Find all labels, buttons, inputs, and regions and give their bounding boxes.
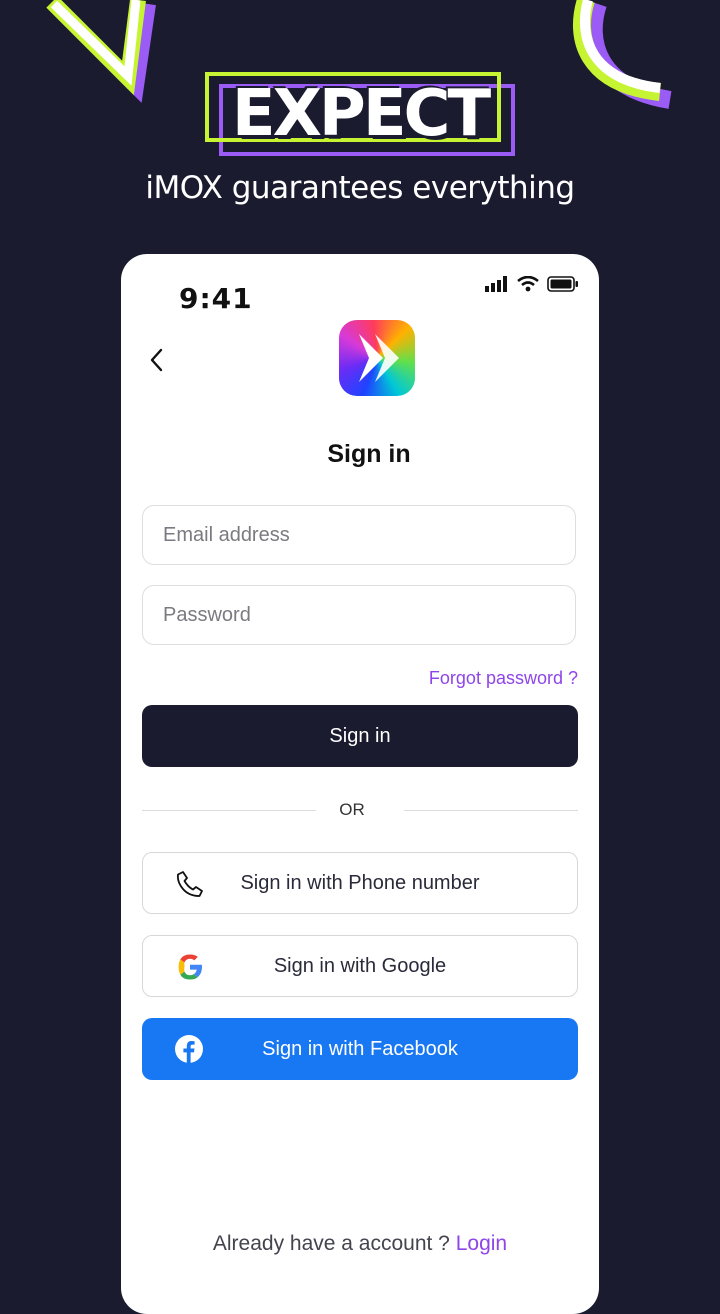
back-arrow-icon[interactable]: [145, 346, 169, 374]
sign-in-button[interactable]: Sign in: [142, 705, 578, 767]
decorative-curve-shape: [572, 0, 672, 109]
decorative-check-shape: [46, 0, 156, 103]
hero-tagline: iMOX guarantees everything: [145, 170, 575, 206]
forgot-password-link[interactable]: Forgot password ?: [429, 668, 578, 689]
battery-icon: [547, 276, 578, 292]
or-divider: OR: [142, 800, 578, 820]
facebook-icon: [175, 1035, 203, 1063]
phone-icon: [176, 871, 203, 897]
hero-logo: EXPECT: [205, 72, 515, 156]
phone-mockup: 9:41 Sign in Forgot password ? Sign in: [121, 254, 599, 1314]
google-sign-in-button[interactable]: Sign in with Google: [142, 935, 578, 997]
password-field[interactable]: [142, 585, 576, 645]
app-logo-icon: [339, 320, 415, 396]
wifi-icon: [517, 276, 539, 292]
status-time: 9:41: [179, 282, 253, 315]
divider-line-right: [404, 810, 578, 811]
login-link[interactable]: Login: [456, 1232, 507, 1255]
email-field[interactable]: [142, 505, 576, 565]
facebook-sign-in-button[interactable]: Sign in with Facebook: [142, 1018, 578, 1080]
footer-prompt: Already have a account ? Login: [121, 1232, 599, 1256]
google-icon: [178, 954, 202, 980]
hero-word: EXPECT: [231, 77, 491, 151]
phone-sign-in-button[interactable]: Sign in with Phone number: [142, 852, 578, 914]
footer-prompt-text: Already have a account ?: [212, 1232, 450, 1255]
google-sign-in-label: Sign in with Google: [273, 954, 447, 977]
facebook-sign-in-label: Sign in with Facebook: [262, 1037, 458, 1060]
status-icons: [485, 276, 579, 292]
signal-icon: [485, 276, 507, 292]
screen-title: Sign in: [327, 440, 411, 468]
phone-sign-in-label: Sign in with Phone number: [240, 871, 480, 894]
